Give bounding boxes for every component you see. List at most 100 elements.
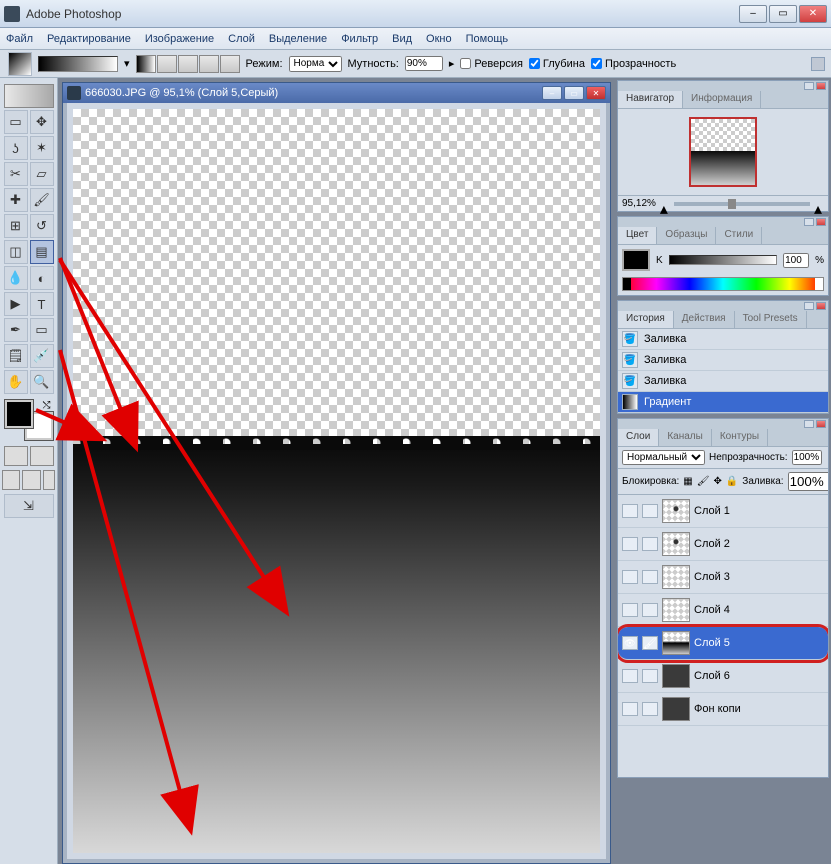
tab-actions[interactable]: Действия: [674, 311, 735, 328]
panel-close[interactable]: [816, 218, 826, 226]
dodge-tool[interactable]: ◐: [30, 266, 54, 290]
panel-min[interactable]: [804, 218, 814, 226]
panel-min[interactable]: [804, 420, 814, 428]
lock-move-icon[interactable]: ✥: [713, 476, 721, 487]
doc-minimize[interactable]: –: [542, 86, 562, 100]
layer-thumb[interactable]: [662, 664, 690, 688]
tab-styles[interactable]: Стили: [716, 227, 762, 244]
history-item[interactable]: 🪣Заливка: [618, 350, 828, 371]
menu-edit[interactable]: Редактирование: [47, 33, 131, 45]
layer-row[interactable]: Фон копи: [618, 693, 828, 726]
tab-channels[interactable]: Каналы: [659, 429, 712, 446]
link-icon[interactable]: [642, 537, 658, 551]
tab-paths[interactable]: Контуры: [712, 429, 768, 446]
gradient-linear[interactable]: [136, 55, 156, 73]
gradient-angle[interactable]: [178, 55, 198, 73]
tab-layers[interactable]: Слои: [618, 429, 659, 446]
panel-close[interactable]: [816, 420, 826, 428]
panel-close[interactable]: [816, 302, 826, 310]
move-tool[interactable]: ✥: [30, 110, 54, 134]
lock-transparency-icon[interactable]: ▦: [683, 476, 692, 487]
stamp-tool[interactable]: ⊞: [4, 214, 28, 238]
foreground-color[interactable]: [5, 400, 33, 428]
layer-thumb[interactable]: [662, 697, 690, 721]
link-icon[interactable]: [642, 570, 658, 584]
tab-navigator[interactable]: Навигатор: [618, 91, 683, 108]
brush-tool[interactable]: 🖌: [30, 188, 54, 212]
layer-row-selected[interactable]: 👁🖌Слой 5: [618, 627, 828, 660]
visibility-icon[interactable]: [622, 702, 638, 716]
visibility-icon[interactable]: 👁: [622, 636, 638, 650]
zoom-value[interactable]: 95,12%: [622, 198, 656, 209]
layer-row[interactable]: Слой 2: [618, 528, 828, 561]
layer-row[interactable]: Слой 4: [618, 594, 828, 627]
navigator-thumbnail[interactable]: [689, 117, 757, 187]
screen-mode-1[interactable]: [2, 470, 20, 490]
zoom-tool[interactable]: 🔍: [30, 370, 54, 394]
gradient-diamond[interactable]: [220, 55, 240, 73]
lasso-tool[interactable]: ʖ: [4, 136, 28, 160]
hand-tool[interactable]: ✋: [4, 370, 28, 394]
eraser-tool[interactable]: ◫: [4, 240, 28, 264]
link-icon[interactable]: [642, 669, 658, 683]
color-ramp[interactable]: [622, 277, 824, 291]
panel-close[interactable]: [816, 82, 826, 90]
link-icon[interactable]: [642, 603, 658, 617]
menu-layer[interactable]: Слой: [228, 33, 255, 45]
history-item[interactable]: 🪣Заливка: [618, 329, 828, 350]
layer-thumb[interactable]: [662, 598, 690, 622]
crop-tool[interactable]: ✂: [4, 162, 28, 186]
layer-thumb[interactable]: [662, 499, 690, 523]
gradient-reflected[interactable]: [199, 55, 219, 73]
layer-row[interactable]: Слой 6: [618, 660, 828, 693]
heal-tool[interactable]: ✚: [4, 188, 28, 212]
color-slider[interactable]: [669, 255, 777, 265]
gradient-picker-arrow[interactable]: ▾: [124, 57, 130, 70]
fill-input[interactable]: [788, 472, 829, 491]
color-foreground-chip[interactable]: [622, 249, 650, 271]
screen-mode-2[interactable]: [22, 470, 40, 490]
close-button[interactable]: ✕: [799, 5, 827, 23]
path-select-tool[interactable]: ▶: [4, 292, 28, 316]
link-icon[interactable]: [642, 702, 658, 716]
menu-select[interactable]: Выделение: [269, 33, 327, 45]
color-value-input[interactable]: [783, 253, 809, 268]
menu-image[interactable]: Изображение: [145, 33, 214, 45]
layer-thumb[interactable]: [662, 532, 690, 556]
zoom-out-icon[interactable]: ▴: [660, 199, 670, 209]
history-item[interactable]: 🪣Заливка: [618, 371, 828, 392]
blur-tool[interactable]: 💧: [4, 266, 28, 290]
doc-close[interactable]: ✕: [586, 86, 606, 100]
lock-all-icon[interactable]: 🔒: [726, 476, 738, 487]
dither-checkbox[interactable]: [529, 58, 540, 69]
panel-min[interactable]: [804, 302, 814, 310]
layer-thumb[interactable]: [662, 631, 690, 655]
visibility-icon[interactable]: [622, 504, 638, 518]
lock-brush-icon[interactable]: 🖌: [697, 476, 710, 487]
layer-thumb[interactable]: [662, 565, 690, 589]
zoom-in-icon[interactable]: ▴: [814, 199, 824, 209]
menu-filter[interactable]: Фильтр: [341, 33, 378, 45]
layer-opacity-input[interactable]: [792, 450, 822, 465]
opacity-arrow[interactable]: ▸: [449, 57, 455, 70]
opacity-input[interactable]: [405, 56, 443, 71]
visibility-icon[interactable]: [622, 603, 638, 617]
shape-tool[interactable]: ▭: [30, 318, 54, 342]
menu-window[interactable]: Окно: [426, 33, 452, 45]
blend-mode-select[interactable]: Норма: [289, 56, 342, 72]
maximize-button[interactable]: ▭: [769, 5, 797, 23]
jump-to-imageready[interactable]: ⇲: [4, 494, 54, 518]
wand-tool[interactable]: ✶: [30, 136, 54, 160]
reverse-checkbox[interactable]: [460, 58, 471, 69]
menu-file[interactable]: Файл: [6, 33, 33, 45]
swap-colors-icon[interactable]: ⤭: [43, 400, 51, 411]
slice-tool[interactable]: ▱: [30, 162, 54, 186]
panel-min[interactable]: [804, 82, 814, 90]
history-brush-tool[interactable]: ↺: [30, 214, 54, 238]
zoom-slider[interactable]: [674, 202, 810, 206]
screen-mode-3[interactable]: [43, 470, 55, 490]
quick-mask-icon[interactable]: [30, 446, 54, 466]
tool-preset-icon[interactable]: [8, 52, 32, 76]
pen-tool[interactable]: ✒: [4, 318, 28, 342]
minimize-button[interactable]: –: [739, 5, 767, 23]
